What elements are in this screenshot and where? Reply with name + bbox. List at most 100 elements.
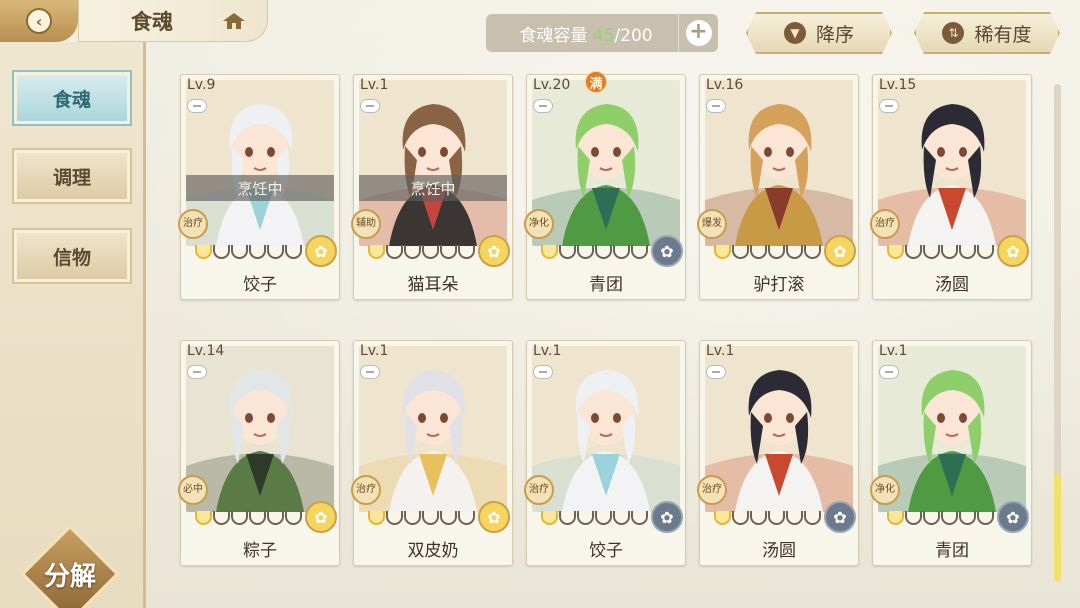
- star-rating: [368, 511, 475, 525]
- decompose-label: 分解: [43, 561, 96, 592]
- sidebar-tab-tokens[interactable]: 信物: [12, 228, 132, 284]
- role-badge: 净化: [870, 475, 900, 505]
- star-icon: [458, 511, 475, 525]
- level-label: Lv.1: [706, 343, 735, 359]
- star-rating: [714, 245, 821, 259]
- star-icon: [750, 511, 767, 525]
- character-name: 青团: [935, 541, 969, 561]
- scrollbar[interactable]: [1054, 84, 1061, 582]
- star-icon: [195, 511, 212, 525]
- character-portrait: [878, 346, 1026, 512]
- star-icon: [941, 245, 958, 259]
- triangle-down-icon: ▼: [784, 22, 806, 44]
- food-soul-card[interactable]: Lv.15 治疗 ✿ 汤圆: [870, 74, 1032, 300]
- role-badge: 治疗: [178, 209, 208, 239]
- role-badge: 净化: [524, 209, 554, 239]
- title-tab: 食魂: [78, 0, 268, 42]
- character-name: 汤圆: [935, 275, 969, 295]
- sort-order-label: 降序: [815, 23, 854, 46]
- chat-bubble-icon: [706, 365, 726, 379]
- star-icon: [631, 245, 648, 259]
- character-portrait: [878, 80, 1026, 246]
- star-icon: [804, 245, 821, 259]
- scrollbar-thumb[interactable]: [1054, 474, 1061, 582]
- flower-element-icon: ✿: [997, 501, 1029, 533]
- star-icon: [613, 245, 630, 259]
- sidebar-tab-cooking[interactable]: 调理: [12, 148, 132, 204]
- food-soul-card[interactable]: Lv.16 爆发 ✿ 驴打滚: [697, 74, 859, 300]
- chat-bubble-icon: [187, 365, 207, 379]
- character-name: 饺子: [589, 541, 623, 561]
- role-badge: 治疗: [524, 475, 554, 505]
- star-icon: [267, 245, 284, 259]
- page-title: 食魂: [131, 8, 173, 34]
- chat-bubble-icon: [879, 365, 899, 379]
- star-icon: [213, 245, 230, 259]
- star-icon: [559, 245, 576, 259]
- star-icon: [458, 245, 475, 259]
- character-portrait: [186, 346, 334, 512]
- role-badge: 治疗: [697, 475, 727, 505]
- capacity-add-button[interactable]: +: [678, 14, 718, 52]
- role-badge: 治疗: [870, 209, 900, 239]
- star-icon: [786, 511, 803, 525]
- level-label: Lv.1: [360, 343, 389, 359]
- level-label: Lv.9: [187, 77, 216, 93]
- chat-bubble-icon: [360, 365, 380, 379]
- star-icon: [404, 245, 421, 259]
- food-soul-card[interactable]: Lv.1 治疗 ✿ 汤圆: [697, 340, 859, 566]
- star-icon: [422, 511, 439, 525]
- character-portrait: [532, 346, 680, 512]
- star-icon: [887, 511, 904, 525]
- food-soul-card[interactable]: Lv.14 必中 ✿ 粽子: [178, 340, 340, 566]
- back-button[interactable]: ‹: [0, 0, 78, 42]
- character-portrait: [359, 346, 507, 512]
- star-icon: [577, 511, 594, 525]
- star-icon: [577, 245, 594, 259]
- home-icon[interactable]: [221, 11, 247, 31]
- character-portrait: [532, 80, 680, 246]
- food-soul-card[interactable]: Lv.1 治疗 ✿ 双皮奶: [351, 340, 513, 566]
- decompose-button[interactable]: 分解: [20, 524, 120, 608]
- chat-bubble-icon: [879, 99, 899, 113]
- capacity-text: 食魂容量 45/200: [519, 25, 653, 46]
- star-icon: [768, 245, 785, 259]
- star-rating: [887, 511, 994, 525]
- sort-order-button[interactable]: ▼ 降序: [746, 12, 892, 54]
- flower-element-icon: ✿: [651, 235, 683, 267]
- star-icon: [368, 245, 385, 259]
- chat-bubble-icon: [533, 365, 553, 379]
- flower-element-icon: ✿: [651, 501, 683, 533]
- flower-element-icon: ✿: [478, 501, 510, 533]
- star-icon: [231, 511, 248, 525]
- food-soul-card[interactable]: Lv.1 治疗 ✿ 饺子: [524, 340, 686, 566]
- star-icon: [977, 245, 994, 259]
- sort-rarity-button[interactable]: ⇅ 稀有度: [914, 12, 1060, 54]
- star-rating: [368, 245, 475, 259]
- food-soul-card[interactable]: Lv.20 满 净化 ✿ 青团: [524, 71, 686, 300]
- back-arrow-icon: ‹: [26, 8, 52, 34]
- star-icon: [541, 511, 558, 525]
- star-icon: [595, 245, 612, 259]
- star-icon: [285, 511, 302, 525]
- star-icon: [440, 245, 457, 259]
- character-name: 汤圆: [762, 541, 796, 561]
- level-label: Lv.20: [533, 77, 571, 93]
- star-icon: [404, 511, 421, 525]
- star-icon: [368, 511, 385, 525]
- food-soul-card[interactable]: Lv.9 烹饪中 治疗 ✿ 饺子: [178, 74, 340, 300]
- level-label: Lv.1: [879, 343, 908, 359]
- level-label: Lv.15: [879, 77, 917, 93]
- star-icon: [249, 511, 266, 525]
- star-icon: [559, 511, 576, 525]
- star-icon: [786, 245, 803, 259]
- star-icon: [714, 511, 731, 525]
- food-soul-card[interactable]: Lv.1 烹饪中 辅助 ✿ 猫耳朵: [351, 74, 513, 300]
- food-soul-card[interactable]: Lv.1 净化 ✿ 青团: [870, 340, 1032, 566]
- star-icon: [714, 245, 731, 259]
- star-icon: [595, 511, 612, 525]
- star-icon: [422, 245, 439, 259]
- star-icon: [613, 511, 630, 525]
- chat-bubble-icon: [360, 99, 380, 113]
- sidebar-tab-food-soul[interactable]: 食魂: [12, 70, 132, 126]
